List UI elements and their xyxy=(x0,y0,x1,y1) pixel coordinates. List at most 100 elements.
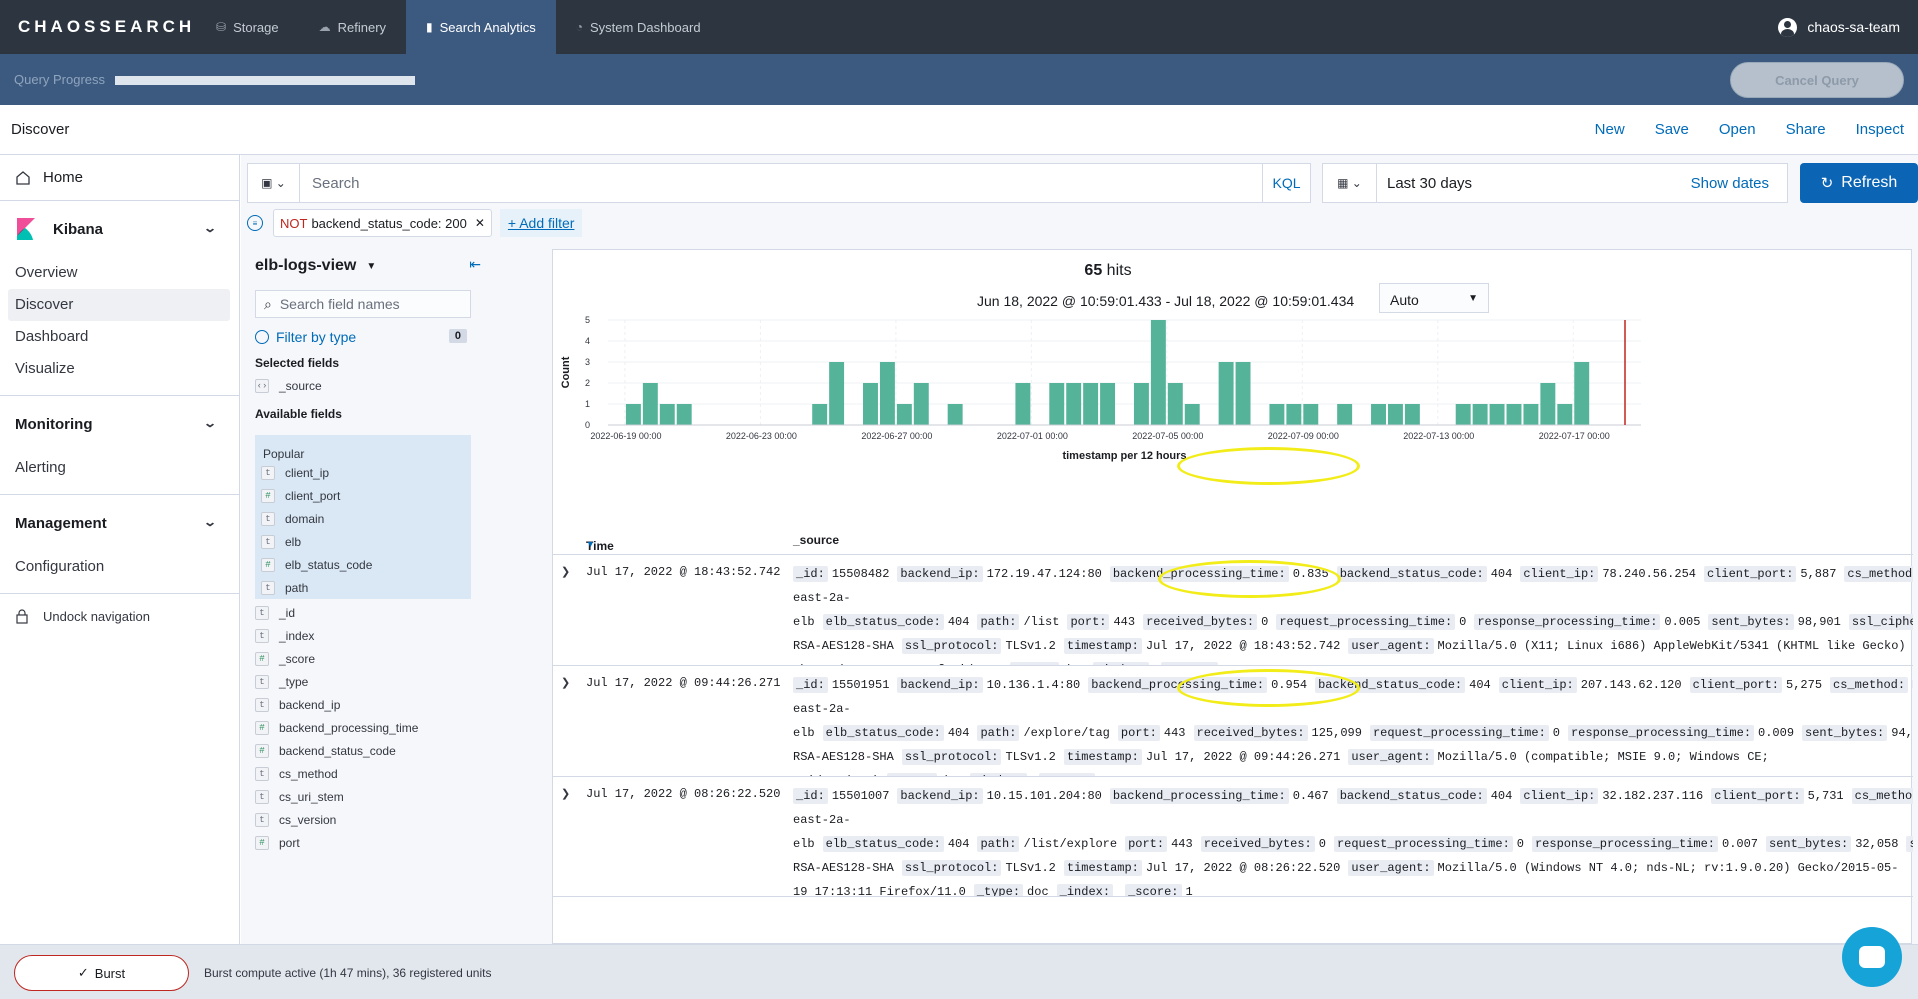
histogram-bar[interactable] xyxy=(1066,383,1082,425)
histogram-bar[interactable] xyxy=(913,383,929,425)
brand-logo[interactable]: CHAOSSEARCH xyxy=(0,17,196,37)
field-item[interactable]: t cs_method xyxy=(247,762,471,785)
field-item[interactable]: t elb xyxy=(255,530,471,553)
histogram-bar[interactable] xyxy=(1286,404,1302,425)
field-search-input[interactable]: ⌕ Search field names xyxy=(255,290,471,318)
close-icon[interactable]: ✕ xyxy=(475,216,485,230)
kql-toggle-button[interactable]: KQL xyxy=(1262,164,1310,202)
field-item[interactable]: t _id xyxy=(247,601,471,624)
histogram-bar[interactable] xyxy=(1184,404,1200,425)
kibana-section-header[interactable]: Kibana ⌄ xyxy=(0,201,239,257)
field-item[interactable]: # backend_processing_time xyxy=(247,716,471,739)
field-item[interactable]: t cs_version xyxy=(247,808,471,831)
histogram-bar[interactable] xyxy=(896,404,912,425)
histogram-bar[interactable] xyxy=(1371,404,1386,425)
chevron-down-icon[interactable]: ⌄ xyxy=(203,221,217,235)
new-button[interactable]: New xyxy=(1595,121,1625,138)
field-item[interactable]: t backend_ip xyxy=(247,693,471,716)
tab-search-analytics[interactable]: ▮ Search Analytics xyxy=(406,0,556,54)
chevron-down-icon[interactable]: ⌄ xyxy=(203,515,217,529)
histogram-bar[interactable] xyxy=(1540,383,1556,425)
histogram-bar[interactable] xyxy=(1303,404,1319,425)
refresh-button[interactable]: ↻ Refresh xyxy=(1800,163,1918,203)
field-item[interactable]: t client_ip xyxy=(255,461,471,484)
histogram-bar[interactable] xyxy=(947,404,963,425)
inspect-button[interactable]: Inspect xyxy=(1856,121,1904,138)
management-section-header[interactable]: Management ⌄ xyxy=(0,495,239,551)
expand-row-icon[interactable]: ❯ xyxy=(561,676,570,689)
search-input[interactable]: Search xyxy=(300,175,1262,192)
index-pattern-selector[interactable]: elb-logs-view ▼ xyxy=(247,250,471,282)
histogram-bar[interactable] xyxy=(879,362,895,425)
histogram-bar[interactable] xyxy=(1218,362,1234,425)
date-range-value[interactable]: Last 30 days xyxy=(1377,175,1691,192)
histogram-bar[interactable] xyxy=(1506,404,1522,425)
histogram-bar[interactable] xyxy=(1337,404,1353,425)
tab-system-dashboard[interactable]: ◔ System Dashboard xyxy=(556,0,721,54)
filter-options-icon[interactable]: ≡ xyxy=(247,215,263,231)
nav-item-alerting[interactable]: Alerting xyxy=(0,452,230,484)
histogram-bar[interactable] xyxy=(1557,404,1573,425)
histogram-bar[interactable] xyxy=(1387,404,1403,425)
field-item[interactable]: t _type xyxy=(247,670,471,693)
histogram-bar[interactable] xyxy=(1455,404,1471,425)
field-item-source[interactable]: ‹› _source xyxy=(247,374,471,397)
histogram-bar[interactable] xyxy=(1083,383,1099,425)
histogram-bar[interactable] xyxy=(1472,404,1488,425)
quick-date-menu-button[interactable]: ▦ ⌄ xyxy=(1323,164,1377,202)
field-item[interactable]: # _score xyxy=(247,647,471,670)
monitoring-section-header[interactable]: Monitoring ⌄ xyxy=(0,396,239,452)
histogram-bar[interactable] xyxy=(659,404,675,425)
histogram-bar[interactable] xyxy=(1015,383,1031,425)
histogram-bar[interactable] xyxy=(642,383,658,425)
open-button[interactable]: Open xyxy=(1719,121,1756,138)
field-item[interactable]: # elb_status_code xyxy=(255,553,471,576)
nav-item-overview[interactable]: Overview xyxy=(0,257,230,289)
field-item[interactable]: # client_port xyxy=(255,484,471,507)
undock-navigation-button[interactable]: Undock navigation xyxy=(0,594,239,638)
expand-row-icon[interactable]: ❯ xyxy=(561,787,570,800)
histogram-bar[interactable] xyxy=(625,404,641,425)
tab-refinery[interactable]: ☁ Refinery xyxy=(299,0,406,54)
histogram-bar[interactable] xyxy=(1150,320,1166,425)
filter-pill[interactable]: NOT backend_status_code: 200 ✕ xyxy=(273,209,492,237)
add-filter-button[interactable]: + Add filter xyxy=(499,209,583,237)
collapse-sidebar-icon[interactable]: ⇤ xyxy=(469,256,481,273)
histogram-bar[interactable] xyxy=(1167,383,1183,425)
histogram-bar[interactable] xyxy=(1100,383,1116,425)
chat-launcher-button[interactable] xyxy=(1842,927,1902,987)
histogram-bar[interactable] xyxy=(1574,362,1590,425)
share-button[interactable]: Share xyxy=(1786,121,1826,138)
histogram-bar[interactable] xyxy=(1133,383,1149,425)
save-button[interactable]: Save xyxy=(1655,121,1689,138)
field-item[interactable]: t domain xyxy=(255,507,471,530)
nav-item-dashboard[interactable]: Dashboard xyxy=(0,321,230,353)
histogram-bar[interactable] xyxy=(1489,404,1505,425)
tab-storage[interactable]: ⛁ Storage xyxy=(196,0,299,54)
cancel-query-button[interactable]: Cancel Query xyxy=(1730,62,1904,98)
histogram-bar[interactable] xyxy=(1404,404,1420,425)
nav-item-visualize[interactable]: Visualize xyxy=(0,353,230,385)
nav-home[interactable]: Home xyxy=(0,155,239,201)
saved-query-menu-button[interactable]: ▣ ⌄ xyxy=(248,164,300,202)
filter-by-type-button[interactable]: Filter by type 0 xyxy=(255,324,471,350)
nav-item-configuration[interactable]: Configuration xyxy=(0,551,230,583)
histogram-bar[interactable] xyxy=(1235,362,1251,425)
histogram-bar[interactable] xyxy=(1523,404,1539,425)
field-item[interactable]: # backend_status_code xyxy=(247,739,471,762)
histogram-bar[interactable] xyxy=(863,383,878,425)
burst-button[interactable]: ✓ Burst xyxy=(14,955,189,991)
nav-item-discover[interactable]: Discover xyxy=(8,289,230,321)
histogram-bar[interactable] xyxy=(1269,404,1285,425)
field-item[interactable]: t _index xyxy=(247,624,471,647)
histogram-bar[interactable] xyxy=(1049,383,1065,425)
histogram-bar[interactable] xyxy=(812,404,828,425)
field-item[interactable]: t path xyxy=(255,576,471,599)
chevron-down-icon[interactable]: ⌄ xyxy=(203,416,217,430)
interval-select[interactable]: Auto ▼ xyxy=(1379,283,1489,313)
show-dates-button[interactable]: Show dates xyxy=(1691,175,1787,192)
field-item[interactable]: t cs_uri_stem xyxy=(247,785,471,808)
histogram-bar[interactable] xyxy=(676,404,692,425)
expand-row-icon[interactable]: ❯ xyxy=(561,565,570,578)
histogram-bar[interactable] xyxy=(829,362,845,425)
